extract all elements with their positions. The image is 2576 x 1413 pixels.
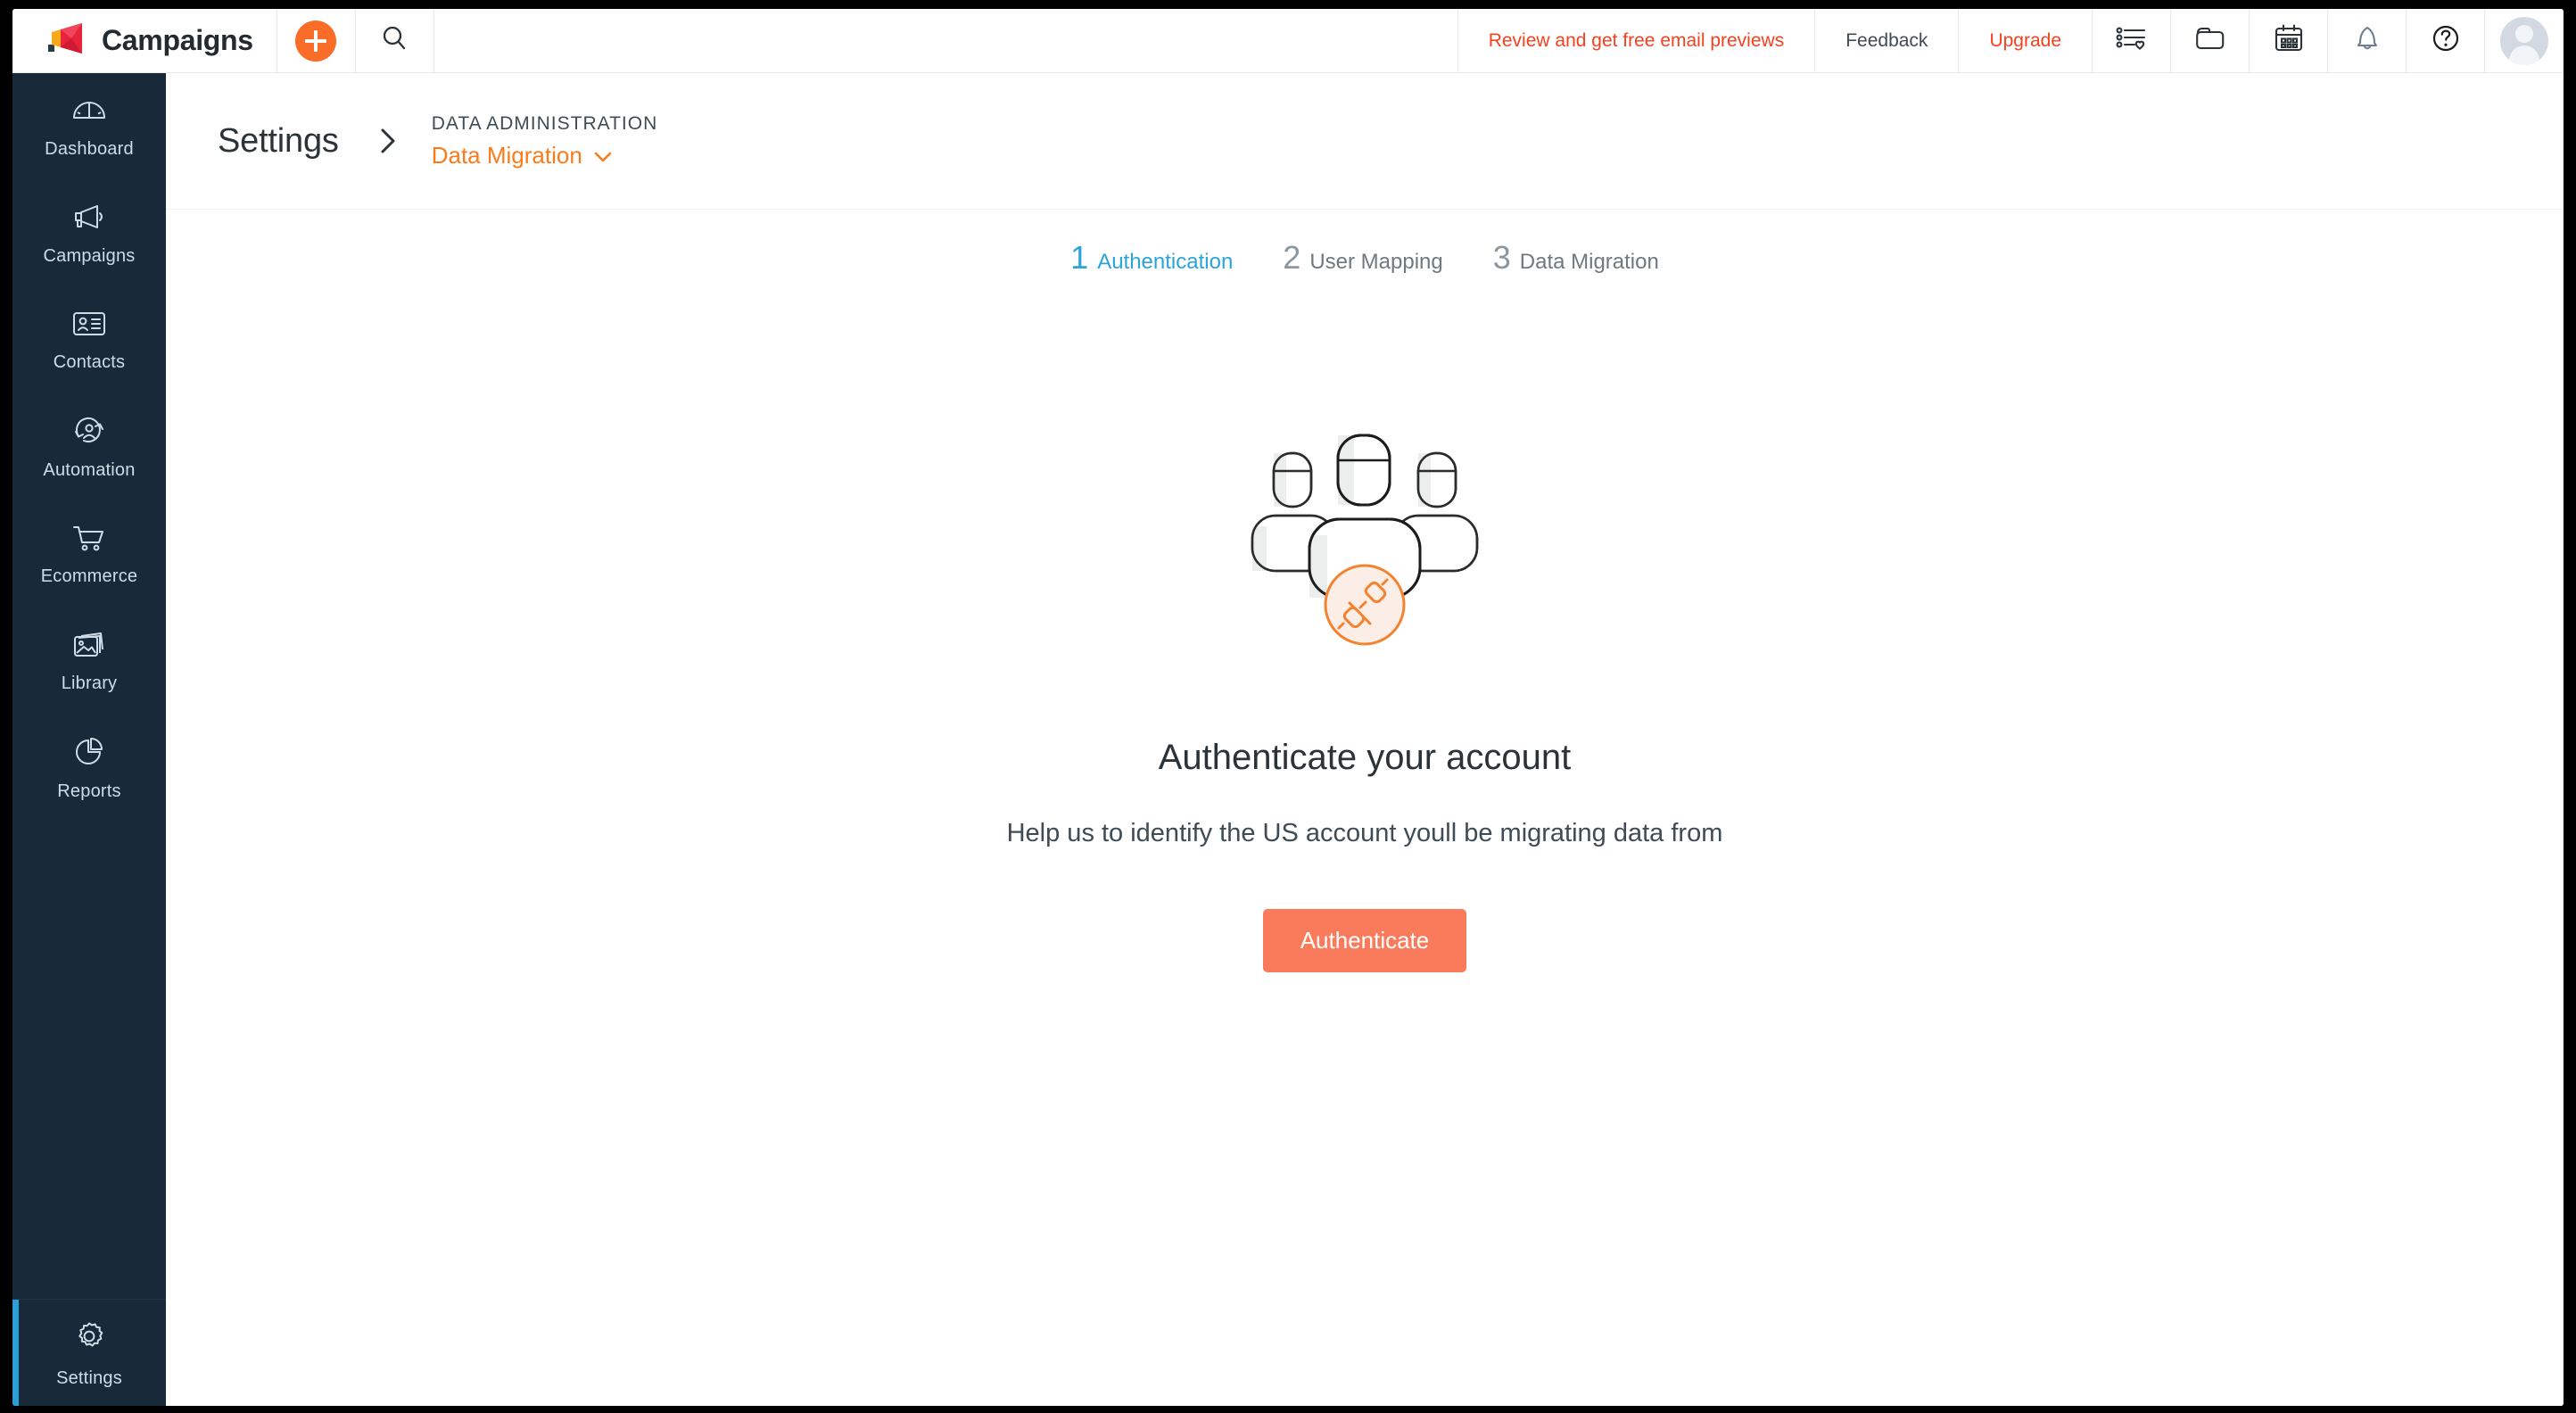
- step-number: 1: [1070, 239, 1089, 276]
- topbar-spacer: [434, 9, 1458, 72]
- top-navigation-bar: Campaigns Review and get free email prev…: [12, 9, 2564, 73]
- sidebar-item-ecommerce[interactable]: Ecommerce: [12, 501, 166, 608]
- step-user-mapping[interactable]: 2 User Mapping: [1283, 239, 1442, 277]
- page-title: Settings: [218, 121, 339, 160]
- sidebar-item-label: Reports: [57, 781, 121, 801]
- folder-button[interactable]: [2171, 9, 2250, 72]
- sidebar-item-settings[interactable]: Settings: [12, 1299, 166, 1406]
- breadcrumb: DATA ADMINISTRATION Data Migration: [432, 113, 658, 169]
- calendar-button[interactable]: [2250, 9, 2328, 72]
- sidebar-item-label: Ecommerce: [40, 566, 138, 586]
- images-icon: [70, 630, 109, 665]
- step-indicator: 1 Authentication 2 User Mapping 3 Data M…: [166, 239, 2564, 277]
- sidebar-item-dashboard[interactable]: Dashboard: [12, 73, 166, 180]
- list-heart-button[interactable]: [2093, 9, 2171, 72]
- chevron-down-icon: [593, 142, 613, 169]
- brand-title: Campaigns: [102, 24, 253, 56]
- calendar-icon: [2273, 23, 2305, 58]
- authentication-panel: Authenticate your account Help us to ide…: [166, 419, 2564, 972]
- authenticate-button[interactable]: Authenticate: [1262, 909, 1467, 972]
- people-connect-illustration: [166, 419, 2564, 656]
- folder-icon: [2194, 24, 2226, 57]
- megaphone-icon: [70, 201, 109, 237]
- sidebar-item-automation[interactable]: Automation: [12, 394, 166, 501]
- sidebar-item-label: Automation: [43, 460, 136, 480]
- breadcrumb-section-label: DATA ADMINISTRATION: [431, 112, 658, 134]
- search-icon: [379, 23, 409, 58]
- step-data-migration[interactable]: 3 Data Migration: [1493, 239, 1659, 277]
- create-button[interactable]: [277, 9, 356, 72]
- upgrade-link[interactable]: Upgrade: [1959, 9, 2093, 72]
- breadcrumb-current-dropdown[interactable]: Data Migration: [432, 142, 658, 169]
- help-button[interactable]: [2407, 9, 2485, 72]
- sidebar-navigation: Dashboard Campaigns Contacts Automation …: [12, 73, 166, 1406]
- sidebar-item-label: Contacts: [53, 352, 126, 372]
- application-window: Campaigns Review and get free email prev…: [12, 9, 2564, 1406]
- step-authentication[interactable]: 1 Authentication: [1070, 239, 1233, 277]
- automation-icon: [70, 415, 109, 451]
- step-number: 3: [1492, 239, 1511, 276]
- gear-icon: [70, 1318, 108, 1359]
- pie-chart-icon: [70, 736, 109, 773]
- step-label: Data Migration: [1519, 250, 1659, 274]
- search-button[interactable]: [356, 9, 434, 72]
- brand-home-link[interactable]: Campaigns: [12, 9, 277, 72]
- sidebar-item-campaigns[interactable]: Campaigns: [12, 180, 166, 287]
- help-icon: [2430, 22, 2462, 59]
- sidebar-item-label: Dashboard: [45, 139, 134, 159]
- step-label: User Mapping: [1309, 250, 1443, 274]
- breadcrumb-current-label: Data Migration: [431, 141, 582, 169]
- notifications-button[interactable]: [2328, 9, 2407, 72]
- panel-title: Authenticate your account: [1158, 738, 1572, 777]
- list-heart-icon: [2116, 24, 2148, 57]
- step-label: Authentication: [1097, 250, 1234, 274]
- sidebar-item-library[interactable]: Library: [12, 608, 166, 715]
- user-avatar-button[interactable]: [2485, 9, 2564, 72]
- sidebar-item-label: Settings: [56, 1368, 122, 1388]
- megaphone-logo-icon: [45, 21, 86, 60]
- sidebar-item-contacts[interactable]: Contacts: [12, 287, 166, 394]
- shopping-cart-icon: [70, 523, 109, 558]
- page-header: Settings DATA ADMINISTRATION Data Migrat…: [166, 73, 2564, 210]
- gauge-icon: [70, 94, 109, 130]
- chevron-right-icon: [376, 125, 400, 157]
- step-number: 2: [1283, 239, 1301, 276]
- avatar: [2500, 16, 2548, 65]
- sidebar-item-reports[interactable]: Reports: [12, 715, 166, 822]
- panel-subtitle: Help us to identify the US account youll…: [1006, 819, 1723, 847]
- sidebar-item-label: Campaigns: [43, 246, 136, 266]
- plus-icon: [295, 20, 337, 62]
- main-content: 1 Authentication 2 User Mapping 3 Data M…: [166, 211, 2564, 1406]
- sidebar-item-label: Library: [61, 673, 118, 693]
- contact-card-icon: [70, 309, 109, 343]
- feedback-link[interactable]: Feedback: [1815, 9, 1960, 72]
- email-preview-promo-link[interactable]: Review and get free email previews: [1458, 9, 1816, 72]
- bell-icon: [2353, 23, 2382, 58]
